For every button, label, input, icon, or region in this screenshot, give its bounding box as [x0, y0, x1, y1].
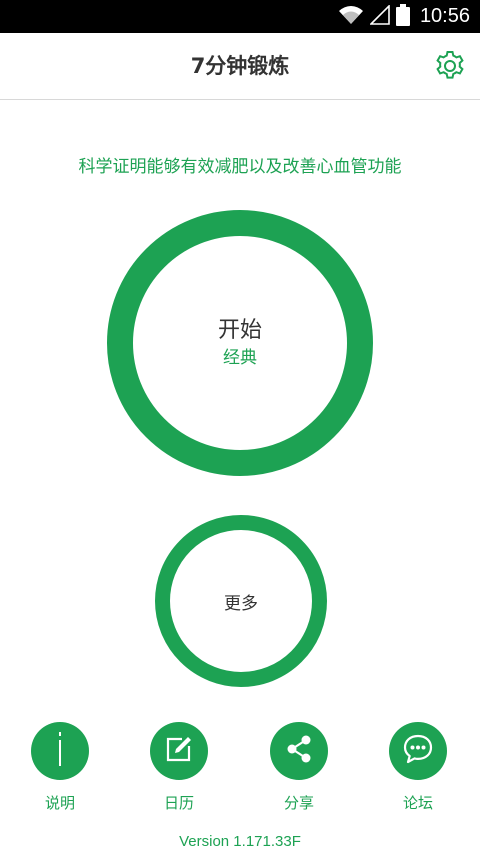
wifi-icon	[338, 5, 364, 29]
bottom-nav: 说明 日历 分享 论坛	[0, 722, 480, 814]
status-bar: 10:56	[0, 0, 480, 33]
workout-mode-label: 经典	[223, 348, 257, 368]
nav-circle	[270, 722, 328, 780]
nav-circle	[31, 722, 89, 780]
nav-circle	[150, 722, 208, 780]
status-icons: 10:56	[338, 3, 470, 30]
status-time: 10:56	[419, 5, 470, 27]
nav-item-calendar[interactable]: 日历	[139, 722, 219, 813]
nav-label: 论坛	[402, 794, 433, 812]
nav-item-forum[interactable]: 论坛	[378, 722, 458, 813]
nav-label: 日历	[163, 794, 194, 812]
more-label: 更多	[224, 593, 258, 614]
version-label: Version 1.171.33F	[179, 833, 301, 850]
app-bar: 7分钟锻炼	[0, 33, 480, 100]
tagline: 科学证明能够有效减肥以及改善心血管功能	[78, 157, 402, 177]
gear-icon	[433, 49, 467, 87]
settings-button[interactable]	[432, 50, 468, 86]
edit-icon	[163, 733, 195, 769]
start-label: 开始	[217, 318, 262, 343]
page-title: 7分钟锻炼	[190, 54, 290, 78]
signal-icon	[369, 3, 390, 29]
share-icon	[283, 733, 315, 769]
chat-icon	[401, 732, 435, 770]
start-button[interactable]: 开始 经典	[107, 210, 373, 476]
nav-circle	[389, 722, 447, 780]
battery-icon	[395, 3, 410, 30]
info-icon	[45, 730, 75, 772]
nav-label: 说明	[44, 794, 75, 812]
nav-item-instructions[interactable]: 说明	[20, 722, 100, 813]
nav-label: 分享	[283, 794, 314, 812]
nav-item-share[interactable]: 分享	[259, 722, 339, 813]
more-button[interactable]: 更多	[155, 515, 327, 687]
